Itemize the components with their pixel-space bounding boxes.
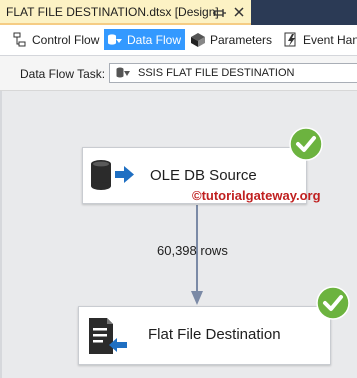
data-flow-task-icon xyxy=(116,67,130,78)
tab-parameters-label: Parameters xyxy=(210,32,273,47)
flat-file-destination-component[interactable]: Flat File Destination xyxy=(78,306,331,365)
database-source-icon xyxy=(91,160,134,190)
tab-event-handlers-label: Event Hand xyxy=(303,32,357,47)
flat-file-destination-name: Flat File Destination xyxy=(148,326,281,343)
tab-control-flow-label: Control Flow xyxy=(32,32,100,47)
success-check-icon xyxy=(316,286,350,320)
close-icon[interactable] xyxy=(232,5,246,19)
canvas-edge xyxy=(0,91,2,378)
parameters-icon xyxy=(191,32,205,47)
data-flow-task-label: Data Flow Task: xyxy=(20,67,106,81)
data-flow-task-select[interactable]: SSIS FLAT FILE DESTINATION xyxy=(109,63,357,83)
pin-icon[interactable] xyxy=(213,6,227,19)
data-flow-task-bar: Data Flow Task: SSIS FLAT FILE DESTINATI… xyxy=(0,56,357,91)
flat-file-destination-icon xyxy=(89,318,127,354)
document-tab-title: FLAT FILE DESTINATION.dtsx [Design] xyxy=(6,5,219,19)
data-flow-task-value: SSIS FLAT FILE DESTINATION xyxy=(138,67,295,79)
document-tab-strip: FLAT FILE DESTINATION.dtsx [Design] xyxy=(0,0,357,25)
tab-event-handlers[interactable]: Event Hand xyxy=(283,29,357,50)
watermark-text: ©tutorialgateway.org xyxy=(192,188,321,203)
tab-data-flow-label: Data Flow xyxy=(127,32,182,47)
tab-parameters[interactable]: Parameters xyxy=(190,29,272,50)
tab-control-flow[interactable]: Control Flow xyxy=(12,29,99,50)
control-flow-icon xyxy=(13,32,26,46)
success-check-icon xyxy=(289,127,323,161)
path-row-count: 60,398 rows xyxy=(157,243,228,258)
ole-db-source-name: OLE DB Source xyxy=(150,167,257,184)
data-flow-icon xyxy=(108,33,122,45)
document-tab[interactable]: FLAT FILE DESTINATION.dtsx [Design] xyxy=(0,0,251,25)
tab-data-flow[interactable]: Data Flow xyxy=(104,29,186,50)
designer-tabs: Control Flow Data Flow Parameters Event … xyxy=(0,25,357,56)
event-handlers-icon xyxy=(284,32,296,46)
